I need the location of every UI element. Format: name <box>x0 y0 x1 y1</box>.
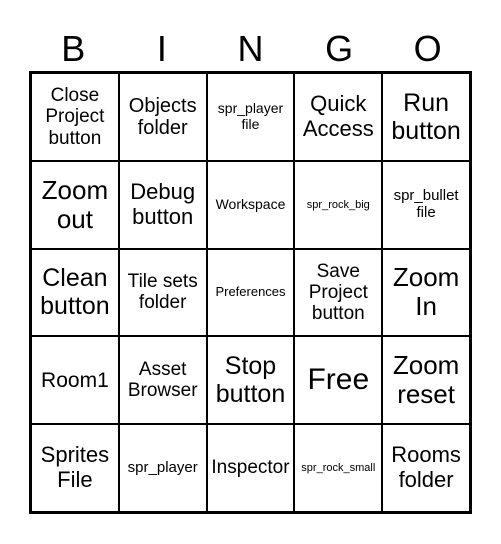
bingo-cell[interactable]: Close Project button <box>31 73 119 161</box>
header-letter-n: N <box>237 28 264 69</box>
bingo-cell[interactable]: spr_bullet file <box>382 160 470 249</box>
bingo-cell[interactable]: Preferences <box>206 248 295 337</box>
header-letter-o: O <box>413 28 442 69</box>
bingo-cell[interactable]: Zoom out <box>31 160 119 249</box>
bingo-cell[interactable]: Stop button <box>206 336 295 425</box>
bingo-cell[interactable]: spr_player file <box>206 73 295 161</box>
bingo-cell[interactable]: Inspector <box>206 424 295 512</box>
header-letter-i: I <box>156 28 167 69</box>
bingo-cell[interactable]: Run button <box>382 73 470 161</box>
bingo-cell[interactable]: Sprites File <box>31 424 119 512</box>
bingo-cell[interactable]: spr_rock_small <box>294 424 383 512</box>
bingo-cell[interactable]: Workspace <box>206 160 295 249</box>
bingo-cell[interactable]: spr_rock_big <box>294 160 383 249</box>
bingo-cell[interactable]: Rooms folder <box>382 424 470 512</box>
bingo-cell[interactable]: Save Project button <box>294 248 383 337</box>
bingo-cell[interactable]: Objects folder <box>118 73 207 161</box>
bingo-cell[interactable]: Asset Browser <box>118 336 207 425</box>
bingo-cell[interactable]: Debug button <box>118 160 207 249</box>
header-letter-b: B <box>61 28 86 69</box>
bingo-header: B I N G O <box>29 28 472 70</box>
free-space-cell[interactable]: Free <box>294 336 383 425</box>
bingo-cell[interactable]: Zoom In <box>382 248 470 337</box>
bingo-cell[interactable]: spr_player <box>118 424 207 512</box>
bingo-cell[interactable]: Clean button <box>31 248 119 337</box>
bingo-cell[interactable]: Room1 <box>31 336 119 425</box>
header-letter-g: G <box>325 28 354 69</box>
bingo-cell[interactable]: Tile sets folder <box>118 248 207 337</box>
bingo-cell[interactable]: Quick Access <box>294 73 383 161</box>
bingo-grid: Close Project button Objects folder spr_… <box>29 71 472 514</box>
bingo-cell[interactable]: Zoom reset <box>382 336 470 425</box>
